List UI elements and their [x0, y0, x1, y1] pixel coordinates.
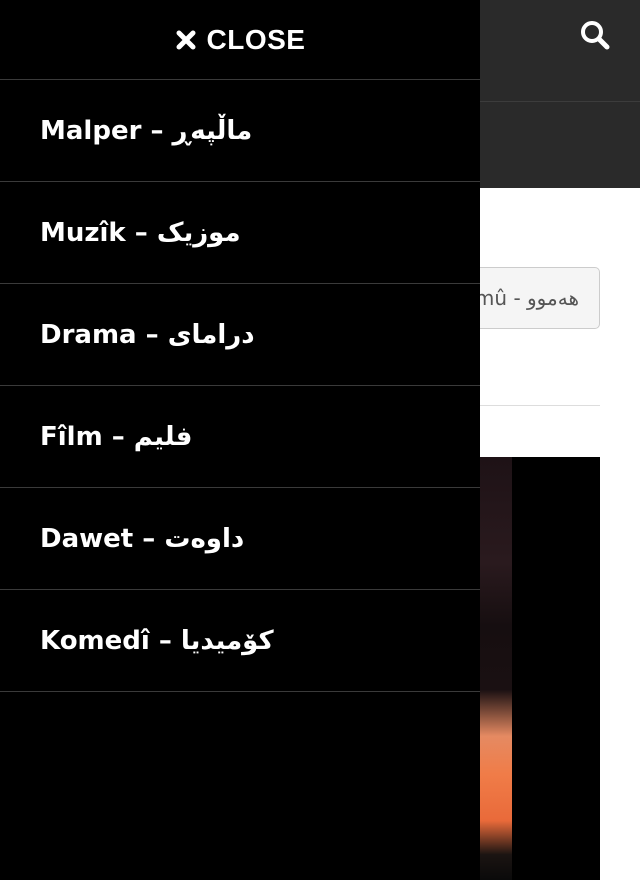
- search-icon: [581, 21, 610, 50]
- menu-item-label: Dawet – داوەت: [40, 523, 245, 554]
- menu-item-komedi[interactable]: Komedî – کۆمیدیا: [0, 590, 480, 692]
- menu-item-drama[interactable]: Drama – درامای: [0, 284, 480, 386]
- side-menu-drawer: CLOSE Malper – ماڵپەڕ Muzîk – موزیک Dram…: [0, 0, 480, 880]
- close-label: CLOSE: [206, 23, 306, 55]
- menu-item-label: Malper – ماڵپەڕ: [40, 115, 253, 146]
- menu-item-label: Muzîk – موزیک: [40, 217, 241, 248]
- menu-item-muzik[interactable]: Muzîk – موزیک: [0, 182, 480, 284]
- video-thumbnail[interactable]: [460, 457, 600, 880]
- menu-item-label: Fîlm – فلیم: [40, 421, 193, 452]
- close-menu-button[interactable]: CLOSE: [0, 0, 480, 80]
- menu-item-label: Drama – درامای: [40, 319, 255, 350]
- menu-item-malper[interactable]: Malper – ماڵپەڕ: [0, 80, 480, 182]
- category-filter-value: mû - هەموو: [474, 286, 579, 310]
- menu-item-label: Komedî – کۆمیدیا: [40, 625, 274, 656]
- menu-item-dawet[interactable]: Dawet – داوەت: [0, 488, 480, 590]
- menu-item-film[interactable]: Fîlm – فلیم: [0, 386, 480, 488]
- search-button[interactable]: [572, 12, 618, 58]
- close-icon: [176, 30, 196, 49]
